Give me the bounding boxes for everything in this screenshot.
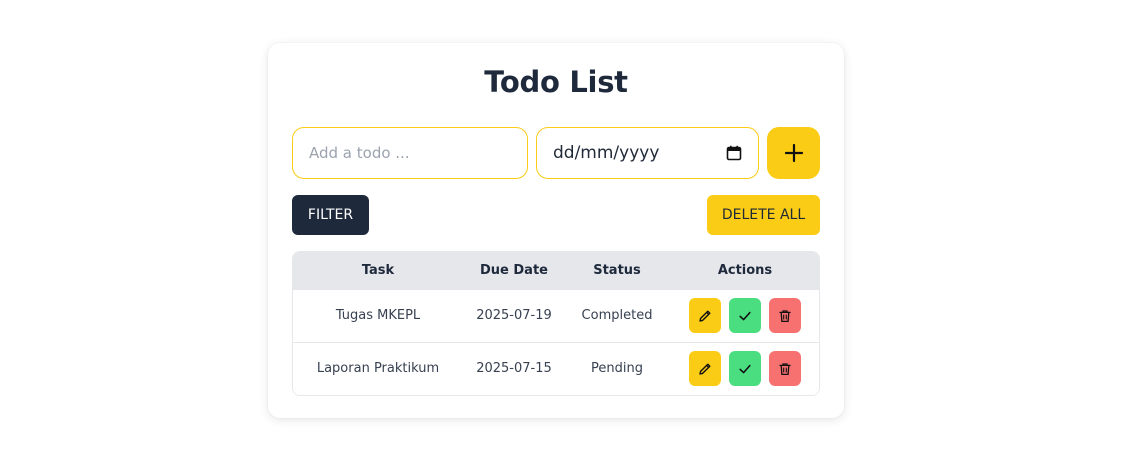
filter-button[interactable]: FILTER: [292, 195, 369, 235]
pencil-icon: [699, 363, 711, 375]
delete-button[interactable]: [769, 351, 801, 387]
trash-icon: [779, 363, 791, 375]
pencil-icon: [699, 310, 711, 322]
header-status: Status: [593, 262, 641, 278]
delete-all-button[interactable]: DELETE ALL: [707, 195, 820, 235]
complete-button[interactable]: [729, 298, 761, 333]
calendar-icon[interactable]: [726, 145, 742, 161]
header-actions: Actions: [717, 262, 773, 278]
due-date-input[interactable]: dd/mm/yyyy: [536, 127, 759, 179]
status-cell: Completed: [581, 308, 653, 323]
status-cell: Pending: [591, 361, 643, 377]
task-cell: Tugas MKEPL: [335, 308, 421, 323]
table-row: Laporan Praktikum 2025-07-15 Pending: [293, 342, 819, 395]
todo-table: Task Due Date Status Actions Tugas MKEPL…: [292, 251, 820, 396]
due-date-cell: 2025-07-15: [476, 361, 552, 377]
header-task: Task: [361, 262, 395, 278]
todo-card: Todo List dd/mm/yyyy FILTER DELETE ALL T…: [268, 43, 844, 418]
check-icon: [739, 311, 751, 320]
check-icon: [739, 364, 751, 374]
actions-cell: [669, 342, 819, 395]
add-todo-button[interactable]: [767, 127, 820, 179]
page-title: Todo List: [484, 65, 628, 99]
todo-input[interactable]: [292, 127, 528, 179]
edit-button[interactable]: [689, 298, 721, 333]
edit-button[interactable]: [689, 351, 721, 387]
trash-icon: [779, 309, 791, 322]
table-row: Tugas MKEPL 2025-07-19 Completed: [293, 289, 819, 342]
header-due-date: Due Date: [480, 262, 548, 278]
delete-button[interactable]: [769, 298, 801, 333]
date-placeholder: dd/mm/yyyy: [553, 143, 660, 163]
plus-icon: [784, 143, 803, 163]
actions-cell: [669, 289, 819, 342]
table-header-row: Task Due Date Status Actions: [293, 252, 819, 289]
task-cell: Laporan Praktikum: [316, 361, 440, 377]
due-date-cell: 2025-07-19: [476, 308, 552, 323]
complete-button[interactable]: [729, 351, 761, 387]
